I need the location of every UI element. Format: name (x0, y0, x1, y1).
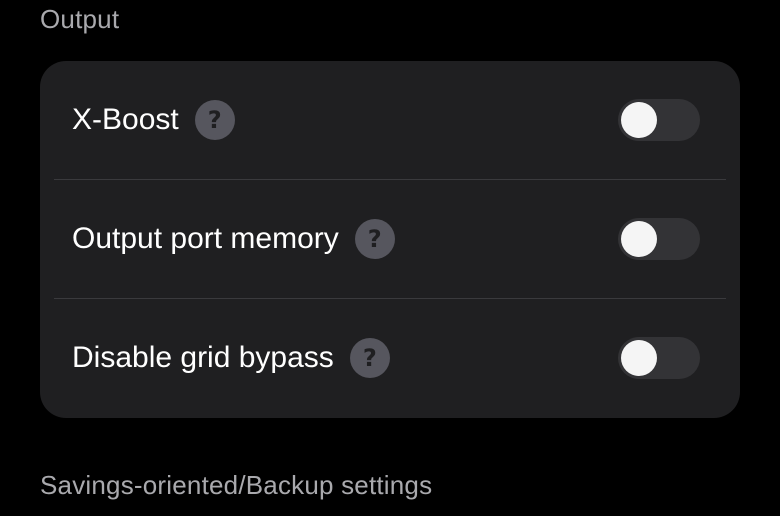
section-title-output: Output (40, 4, 120, 34)
setting-label-output-port-memory: Output port memory (72, 222, 339, 255)
x-boost-toggle[interactable] (618, 99, 700, 141)
row-divider (54, 179, 726, 180)
section-title-savings-backup: Savings-oriented/Backup settings (40, 470, 433, 500)
setting-row-disable-grid-bypass: Disable grid bypass ? (40, 299, 740, 417)
setting-label-disable-grid-bypass: Disable grid bypass (72, 341, 334, 374)
settings-page: Output X-Boost ? Output port memory ? Di… (0, 0, 780, 516)
output-settings-card: X-Boost ? Output port memory ? Disable g… (40, 61, 740, 418)
question-mark-icon[interactable]: ? (354, 219, 395, 259)
setting-row-output-port-memory: Output port memory ? (40, 180, 740, 298)
disable-grid-bypass-toggle[interactable] (618, 337, 700, 379)
toggle-knob (621, 221, 657, 257)
setting-row-x-boost: X-Boost ? (40, 61, 740, 179)
output-port-memory-toggle[interactable] (618, 218, 700, 260)
toggle-knob (621, 340, 657, 376)
row-divider (54, 298, 726, 299)
question-mark-icon[interactable]: ? (349, 338, 390, 378)
setting-label-x-boost: X-Boost (72, 103, 179, 136)
toggle-knob (621, 102, 657, 138)
question-mark-icon[interactable]: ? (194, 100, 235, 140)
